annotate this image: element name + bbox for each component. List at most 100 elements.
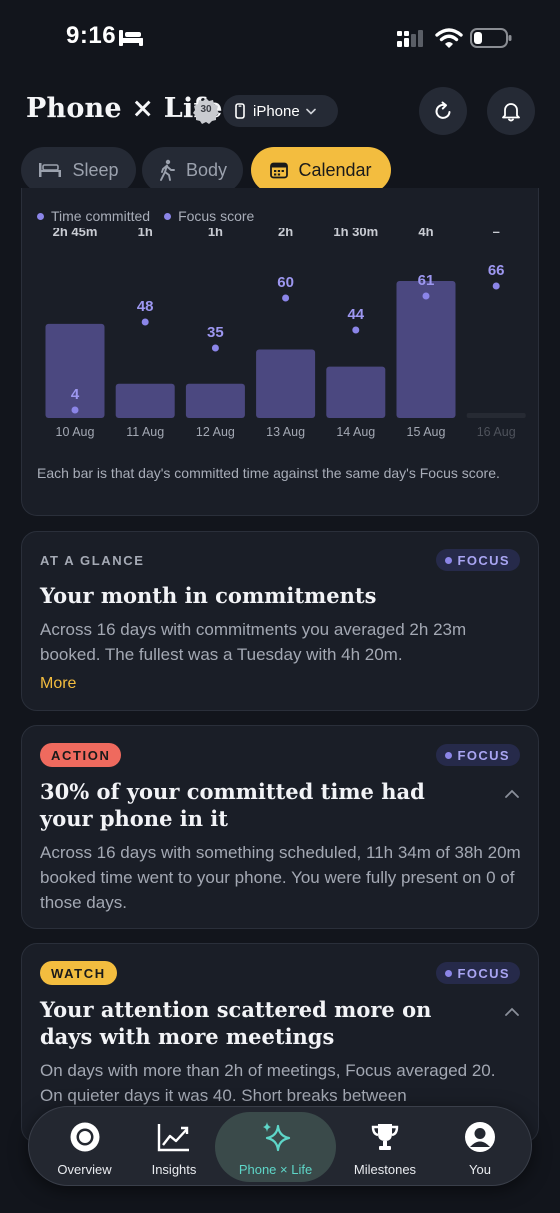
nav-phone-x-life[interactable]: Phone × Life xyxy=(215,1112,336,1182)
focus-score-dot xyxy=(211,344,219,352)
bar-duration-label: 1h 30m xyxy=(333,228,378,239)
x-axis-label: 15 Aug xyxy=(407,425,446,439)
focus-tag: FOCUS xyxy=(435,744,520,766)
battery-icon xyxy=(470,28,512,48)
phone-icon xyxy=(235,103,245,119)
legend-label: Time committed xyxy=(51,208,151,224)
nav-label: You xyxy=(469,1162,491,1177)
bar-duration-label: 1h xyxy=(138,228,153,239)
focus-score-label: 35 xyxy=(207,324,224,341)
wifi-icon xyxy=(435,28,463,48)
focus-score-dot xyxy=(492,282,500,290)
x-axis-label: 14 Aug xyxy=(336,425,375,439)
committed-time-bar xyxy=(45,323,105,418)
legend-label: Focus score xyxy=(178,208,255,224)
focus-score-label: 60 xyxy=(277,274,294,291)
glance-kicker: AT A GLANCE xyxy=(40,553,145,568)
x-axis-label: 16 Aug xyxy=(477,425,516,439)
overview-icon xyxy=(70,1122,99,1152)
action-body: Across 16 days with something scheduled,… xyxy=(40,843,521,912)
focus-score-label: 48 xyxy=(137,298,154,315)
focus-tag: FOCUS xyxy=(435,549,520,571)
bar-duration-label: 2h xyxy=(278,228,293,239)
nav-label: Phone × Life xyxy=(238,1162,313,1177)
focus-tag-label: FOCUS xyxy=(457,965,510,981)
nav-milestones[interactable]: Milestones xyxy=(337,1107,433,1187)
x-axis-label: 13 Aug xyxy=(266,425,305,439)
device-selector[interactable]: iPhone xyxy=(223,95,338,127)
nav-you[interactable]: You xyxy=(441,1107,519,1187)
focus-score-dot xyxy=(141,318,149,326)
status-bar: 9:16 xyxy=(0,0,560,70)
focus-score-label: 66 xyxy=(488,262,505,279)
legend-item-time-committed: Time committed xyxy=(37,208,150,224)
watch-body: On days with more than 2h of meetings, F… xyxy=(40,1061,496,1105)
action-badge: ACTION xyxy=(40,743,122,767)
notifications-button[interactable] xyxy=(487,87,535,135)
refresh-icon xyxy=(435,101,451,119)
tab-body[interactable]: Body xyxy=(142,147,243,193)
trophy-icon xyxy=(371,1124,399,1150)
chevron-up-icon[interactable] xyxy=(504,1007,520,1017)
bar-duration-label: – xyxy=(493,228,500,239)
walking-icon xyxy=(160,159,175,181)
focus-tag: FOCUS xyxy=(435,962,520,984)
watch-title: Your attention scattered more on days wi… xyxy=(40,997,432,1049)
nav-label: Insights xyxy=(151,1162,197,1177)
focus-score-dot xyxy=(422,292,430,300)
refresh-button[interactable] xyxy=(419,87,467,135)
tab-body-label: Body xyxy=(185,159,228,180)
nav-label: Overview xyxy=(57,1162,112,1177)
chevron-up-icon[interactable] xyxy=(504,789,520,799)
focus-score-dot xyxy=(352,326,360,334)
level-badge: 30 xyxy=(192,97,220,125)
level-badge-value: 30 xyxy=(200,104,212,115)
tab-sleep[interactable]: Sleep xyxy=(21,147,136,193)
committed-time-bar xyxy=(256,349,316,418)
x-axis-label: 12 Aug xyxy=(196,425,235,439)
sparkles-icon xyxy=(262,1122,290,1152)
focus-score-dot xyxy=(282,294,290,302)
status-time: 9:16 xyxy=(66,22,117,49)
bar-chart: 2h 45m 4 10 Aug 1h 48 11 Aug 1h 35 12 Aug 2h 60 13 … xyxy=(45,228,526,439)
committed-time-bar xyxy=(326,366,386,418)
focus-score-label: 44 xyxy=(347,306,364,323)
calendar-icon xyxy=(270,162,289,179)
bed-icon xyxy=(39,163,62,177)
x-axis-label: 10 Aug xyxy=(56,425,95,439)
x-axis-label: 11 Aug xyxy=(126,425,164,439)
bed-icon xyxy=(119,30,143,46)
tab-sleep-label: Sleep xyxy=(72,159,119,180)
committed-time-bar xyxy=(396,281,456,418)
focus-score-label: 61 xyxy=(418,272,435,289)
bottom-nav: Overview Insights Phone × Life Milestone… xyxy=(28,1106,532,1186)
committed-time-bar xyxy=(185,383,245,418)
chart-line-icon xyxy=(157,1124,189,1152)
legend-item-focus-score: Focus score xyxy=(164,208,254,224)
nav-label: Milestones xyxy=(353,1162,417,1177)
focus-score-dot xyxy=(71,406,79,414)
action-title: 30% of your committed time had your phon… xyxy=(40,779,425,831)
device-selector-label: iPhone xyxy=(253,102,300,120)
bar-duration-label: 4h xyxy=(418,228,433,239)
chevron-down-icon xyxy=(305,108,316,115)
nav-insights[interactable]: Insights xyxy=(129,1107,219,1187)
glance-body: Across 16 days with commitments you aver… xyxy=(40,620,467,664)
tab-calendar-label: Calendar xyxy=(298,159,372,180)
chart-legend: Time committed Focus score xyxy=(37,208,268,224)
glance-title: Your month in commitments xyxy=(40,583,377,608)
committed-time-bar xyxy=(115,383,175,418)
bar-duration-label: 1h xyxy=(208,228,223,239)
user-icon xyxy=(465,1122,495,1152)
glance-card: AT A GLANCE FOCUS Your month in commitme… xyxy=(21,531,539,711)
more-link[interactable]: More xyxy=(40,675,76,693)
focus-tag-label: FOCUS xyxy=(457,747,510,763)
tab-calendar[interactable]: Calendar xyxy=(251,147,391,193)
nav-overview[interactable]: Overview xyxy=(37,1107,132,1187)
cellular-signal-icon xyxy=(397,30,423,47)
watch-badge: WATCH xyxy=(40,961,117,985)
action-card[interactable]: ACTION FOCUS 30% of your committed time … xyxy=(21,725,539,929)
bell-icon xyxy=(502,103,520,122)
chart-caption: Each bar is that day's committed time ag… xyxy=(37,465,500,481)
commitment-focus-chart-card: Time committed Focus score 2h 45m 4 10 Aug… xyxy=(21,188,539,516)
